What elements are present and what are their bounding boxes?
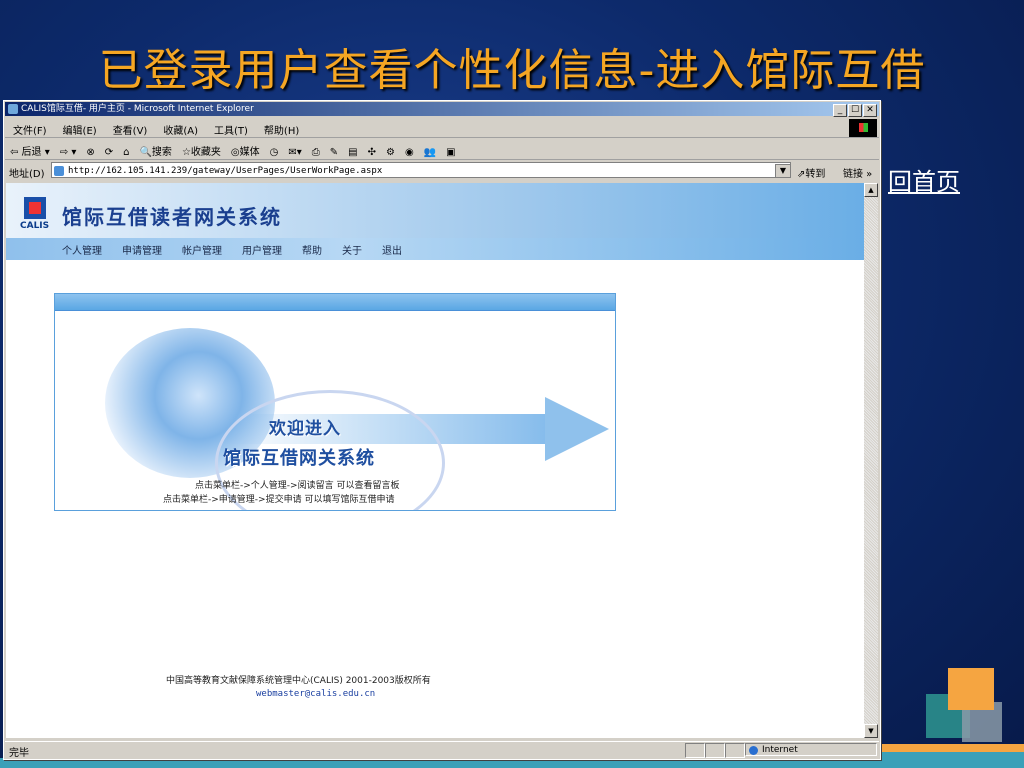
scroll-up-icon[interactable]: ▲: [864, 183, 878, 197]
toolbar-extra-icon[interactable]: ▣: [441, 143, 460, 158]
forward-button[interactable]: ⇨ ▾: [55, 143, 82, 158]
windows-logo-icon: [849, 119, 877, 137]
menu-bar: 文件(F) 编辑(E) 查看(V) 收藏(A) 工具(T) 帮助(H): [5, 118, 879, 138]
toolbar-extra-icon[interactable]: ◉: [400, 143, 419, 158]
status-cell: [725, 743, 745, 758]
chevron-down-icon[interactable]: ▼: [775, 164, 791, 178]
menu-file[interactable]: 文件(F): [5, 118, 55, 137]
window-titlebar[interactable]: CALIS馆际互借- 用户主页 - Microsoft Internet Exp…: [5, 102, 879, 117]
toolbar: ⇦ 后退 ▾ ⇨ ▾ ⊗ ⟳ ⌂ 🔍搜索 ☆收藏夹 ◎媒体 ◷ ✉▾ ⎙ ✎ ▤ ✣ ⚙ ◉ 👥 ▣: [5, 139, 879, 160]
welcome-heading: 欢迎进入: [269, 419, 341, 439]
nav-help[interactable]: 帮助: [292, 238, 332, 257]
media-button[interactable]: ◎媒体: [226, 139, 265, 158]
mail-icon[interactable]: ✉▾: [283, 143, 306, 158]
search-button[interactable]: 🔍搜索: [134, 139, 176, 158]
decorative-bar: [880, 744, 1024, 752]
address-bar: 地址(D) http://162.105.141.239/gateway/Use…: [5, 161, 879, 181]
panel-header: [55, 294, 615, 311]
window-title: CALIS馆际互借- 用户主页 - Microsoft Internet Exp…: [21, 104, 254, 114]
messenger-icon[interactable]: 👥: [419, 143, 441, 158]
zone-label: Internet: [762, 745, 798, 755]
toolbar-extra-icon[interactable]: ✣: [363, 143, 381, 158]
address-label: 地址(D): [9, 169, 45, 180]
slide-title: 已登录用户查看个性化信息-进入馆际互借: [98, 45, 926, 96]
history-icon[interactable]: ◷: [265, 143, 284, 158]
minimize-button[interactable]: _: [833, 104, 847, 117]
calis-logo: CALIS: [20, 189, 54, 233]
status-cell: [685, 743, 705, 758]
home-link[interactable]: 回首页: [888, 162, 1010, 197]
back-button[interactable]: ⇦ 后退 ▾: [5, 139, 55, 158]
home-icon[interactable]: ⌂: [118, 143, 134, 158]
close-button[interactable]: ✕: [863, 104, 877, 117]
status-bar: 完毕 Internet: [5, 741, 879, 759]
menu-favorites[interactable]: 收藏(A): [155, 118, 206, 137]
toolbar-extra-icon[interactable]: ⚙: [381, 143, 400, 158]
logo-text: CALIS: [20, 221, 50, 231]
arrow-graphic: [545, 397, 609, 461]
welcome-subheading: 馆际互借网关系统: [223, 448, 375, 469]
menu-view[interactable]: 查看(V): [105, 118, 156, 137]
maximize-button[interactable]: ☐: [848, 104, 862, 117]
status-text: 完毕: [9, 748, 29, 759]
menu-edit[interactable]: 编辑(E): [55, 118, 105, 137]
menu-tools[interactable]: 工具(T): [206, 118, 256, 137]
menu-help[interactable]: 帮助(H): [256, 118, 307, 137]
print-icon[interactable]: ⎙: [307, 143, 325, 158]
address-input[interactable]: http://162.105.141.239/gateway/UserPages…: [51, 162, 791, 178]
scroll-down-icon[interactable]: ▼: [864, 724, 878, 738]
links-button[interactable]: 链接 »: [843, 165, 872, 180]
hint-text: 点击菜单栏->申请管理->提交申请 可以填写馆际互借申请: [163, 495, 395, 505]
page-viewport: CALIS 馆际互借读者网关系统 个人管理 申请管理 帐户管理 用户管理 帮助 关于 退出 …: [6, 183, 864, 738]
site-title: 馆际互借读者网关系统: [62, 205, 282, 229]
page-icon: [54, 166, 64, 176]
site-banner: CALIS 馆际互借读者网关系统: [6, 183, 864, 238]
nav-users[interactable]: 用户管理: [232, 238, 292, 257]
hint-text: 点击菜单栏->个人管理->阅读留言 可以查看留言板: [195, 481, 400, 491]
nav-about[interactable]: 关于: [332, 238, 372, 257]
stop-icon[interactable]: ⊗: [81, 143, 99, 158]
ie-icon: [8, 104, 18, 114]
decorative-bar: [880, 752, 1024, 768]
discuss-icon[interactable]: ▤: [343, 143, 362, 158]
globe-icon: [749, 746, 758, 755]
site-nav: 个人管理 申请管理 帐户管理 用户管理 帮助 关于 退出: [6, 238, 864, 260]
status-cell: [705, 743, 725, 758]
nav-personal[interactable]: 个人管理: [52, 238, 112, 257]
edit-icon[interactable]: ✎: [325, 143, 343, 158]
welcome-panel: 欢迎进入 馆际互借网关系统 点击菜单栏->个人管理->阅读留言 可以查看留言板 …: [54, 293, 616, 511]
address-value: http://162.105.141.239/gateway/UserPages…: [68, 166, 383, 176]
nav-logout[interactable]: 退出: [372, 238, 412, 257]
refresh-icon[interactable]: ⟳: [100, 143, 118, 158]
browser-window: CALIS馆际互借- 用户主页 - Microsoft Internet Exp…: [3, 100, 881, 760]
favorites-button[interactable]: ☆收藏夹: [177, 139, 226, 158]
nav-accounts[interactable]: 帐户管理: [172, 238, 232, 257]
decorative-square: [948, 668, 994, 710]
go-button[interactable]: ⇗转到: [797, 165, 825, 180]
footer-copyright: 中国高等教育文献保障系统管理中心(CALIS) 2001-2003版权所有: [166, 676, 431, 686]
vertical-scrollbar[interactable]: ▲ ▼: [864, 183, 878, 738]
security-zone: Internet: [745, 743, 877, 756]
nav-requests[interactable]: 申请管理: [112, 238, 172, 257]
footer-email-link[interactable]: webmaster@calis.edu.cn: [256, 689, 375, 699]
